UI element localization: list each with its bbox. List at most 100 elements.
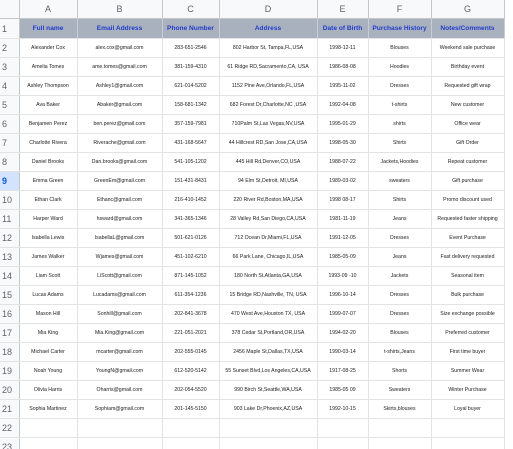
cell-phone[interactable]: 541-105-1202 (162, 152, 220, 172)
cell-notes[interactable]: Repeat customer (431, 152, 505, 172)
cell-full-name[interactable]: Mason Hill (19, 304, 78, 324)
cell-address[interactable]: 378 Cedar St,Portland,OR,USA (219, 323, 318, 343)
cell-phone[interactable]: 431-168-5647 (162, 133, 220, 153)
cell-phone[interactable]: 151-431-8431 (162, 171, 220, 191)
cell-notes[interactable]: Bulk purchase (431, 285, 505, 305)
cell-purchase-history[interactable]: sweaters (368, 171, 432, 191)
cell-full-name[interactable]: Emma Green (19, 171, 78, 191)
row-number[interactable]: 7 (0, 133, 20, 153)
cell-email[interactable]: ben.perez@gmail.com (77, 114, 163, 134)
cell-notes[interactable]: New customer (431, 95, 505, 115)
cell-notes[interactable]: Office wear (431, 114, 505, 134)
row-number[interactable]: 20 (0, 380, 20, 400)
row-number[interactable]: 16 (0, 304, 20, 324)
cell-notes[interactable]: Size exchange possible (431, 304, 505, 324)
cell-phone[interactable]: 283-651-2546 (162, 38, 220, 58)
cell-date-of-birth[interactable]: 1986-08-08 (317, 57, 369, 77)
cell-purchase-history[interactable]: Dresses (368, 304, 432, 324)
cell-date-of-birth[interactable]: 1999-07-07 (317, 304, 369, 324)
row-number[interactable]: 19 (0, 361, 20, 381)
cell-purchase-history[interactable]: Jeans (368, 209, 432, 229)
row-number[interactable]: 2 (0, 38, 20, 58)
row-number[interactable]: 14 (0, 266, 20, 286)
cell-address[interactable]: 180 North St,Atlanta,GA,USA (219, 266, 318, 286)
cell-email[interactable]: Ethanc@gmail.com (77, 190, 163, 210)
cell-address[interactable]: 682 Forest Dr,Charlotte,NC ,USA (219, 95, 318, 115)
cell-date-of-birth[interactable]: 1990-03-14 (317, 342, 369, 362)
cell-date-of-birth[interactable]: 1993-09 -10 (317, 266, 369, 286)
cell-full-name[interactable]: Amelia Tomes (19, 57, 78, 77)
cell-address[interactable]: 55 Sunset Blvd,Los Angeles,CA,USA (219, 361, 318, 381)
row-number[interactable]: 3 (0, 57, 20, 77)
row-number[interactable]: 5 (0, 95, 20, 115)
cell-purchase-history[interactable]: Dresses (368, 76, 432, 96)
cell-date-of-birth[interactable]: 1995-01-29 (317, 114, 369, 134)
cell-address[interactable]: 94 Elm St,Detroit, MI,USA (219, 171, 318, 191)
cell-purchase-history[interactable]: Blouses (368, 323, 432, 343)
empty-cell[interactable] (162, 437, 220, 449)
cell-phone[interactable]: 202-555-0145 (162, 342, 220, 362)
column-header-b[interactable]: B (77, 0, 163, 19)
cell-notes[interactable]: Weekend sale purchase (431, 38, 505, 58)
cell-notes[interactable]: Preferred customer (431, 323, 505, 343)
cell-phone[interactable]: 501-621-0126 (162, 228, 220, 248)
cell-notes[interactable]: Winter Purchase (431, 380, 505, 400)
cell-notes[interactable]: Seasonal item (431, 266, 505, 286)
cell-date-of-birth[interactable]: 1992-04-08 (317, 95, 369, 115)
cell-address[interactable]: 2456 Maple St,Dallas,TX,USA (219, 342, 318, 362)
empty-cell[interactable] (19, 437, 78, 449)
cell-email[interactable]: ame.tomes@gmail.com (77, 57, 163, 77)
cell-notes[interactable]: Fast delivery requested (431, 247, 505, 267)
row-number[interactable]: 13 (0, 247, 20, 267)
cell-date-of-birth[interactable]: 1998 08-17 (317, 190, 369, 210)
cell-phone[interactable]: 381-159-4310 (162, 57, 220, 77)
cell-full-name[interactable]: Alexander Cox (19, 38, 78, 58)
cell-phone[interactable]: 612-520-5142 (162, 361, 220, 381)
cell-notes[interactable]: First time buyer (431, 342, 505, 362)
cell-address[interactable]: 990 Birch St,Seattle,WA,USA (219, 380, 318, 400)
cell-phone[interactable]: 357-159-7981 (162, 114, 220, 134)
cell-phone[interactable]: 611-354-1236 (162, 285, 220, 305)
cell-full-name[interactable]: Sophia Martinez (19, 399, 78, 419)
cell-email[interactable]: mcarter@gmail.com (77, 342, 163, 362)
cell-address[interactable]: 15 Bridge RD,Nashville, TN, USA (219, 285, 318, 305)
empty-cell[interactable] (219, 418, 318, 438)
cell-address[interactable]: 66 Park Lane, Chicago,IL,USA (219, 247, 318, 267)
cell-purchase-history[interactable]: Jackets (368, 266, 432, 286)
row-number[interactable]: 10 (0, 190, 20, 210)
cell-notes[interactable]: Gift Order (431, 133, 505, 153)
cell-full-name[interactable]: Noah Young (19, 361, 78, 381)
cell-full-name[interactable]: Benjamen Perez (19, 114, 78, 134)
cell-email[interactable]: LiScott@gmail.com (77, 266, 163, 286)
cell-full-name[interactable]: Ava Baker (19, 95, 78, 115)
cell-purchase-history[interactable]: t-shirts,Jeans (368, 342, 432, 362)
row-number[interactable]: 17 (0, 323, 20, 343)
row-number[interactable]: 12 (0, 228, 20, 248)
cell-date-of-birth[interactable]: 1998-05-30 (317, 133, 369, 153)
cell-notes[interactable]: Requested faster shipping (431, 209, 505, 229)
cell-address[interactable]: 220 River Rd,Boston,MA,USA (219, 190, 318, 210)
cell-email[interactable]: alex.cox@gmail.com (77, 38, 163, 58)
column-header-g[interactable]: G (431, 0, 505, 19)
cell-email[interactable]: Wjames@gmail.com (77, 247, 163, 267)
cell-purchase-history[interactable]: Blouses (368, 38, 432, 58)
cell-date-of-birth[interactable]: 1996-10-14 (317, 285, 369, 305)
cell-full-name[interactable]: Ethan Clark (19, 190, 78, 210)
cell-email[interactable]: Mia.King@gmail.com (77, 323, 163, 343)
cell-date-of-birth[interactable]: 1917-08-25 (317, 361, 369, 381)
empty-cell[interactable] (162, 418, 220, 438)
cell-email[interactable]: hsward@gmail.com (77, 209, 163, 229)
column-header-d[interactable]: D (219, 0, 318, 19)
cell-date-of-birth[interactable]: 1988-07-22 (317, 152, 369, 172)
cell-phone[interactable]: 158-681-1342 (162, 95, 220, 115)
row-number[interactable]: 22 (0, 418, 20, 438)
cell-phone[interactable]: 221-051-2021 (162, 323, 220, 343)
cell-notes[interactable]: Summer Wear (431, 361, 505, 381)
cell-purchase-history[interactable]: shirts (368, 114, 432, 134)
cell-phone[interactable]: 202-841-3678 (162, 304, 220, 324)
row-number[interactable]: 4 (0, 76, 20, 96)
cell-email[interactable]: Sonhill@gmail.com (77, 304, 163, 324)
cell-address[interactable]: 28 Valley Rd,San Diego,CA,USA (219, 209, 318, 229)
cell-notes[interactable]: Event Purchase (431, 228, 505, 248)
row-number[interactable]: 23 (0, 437, 20, 449)
